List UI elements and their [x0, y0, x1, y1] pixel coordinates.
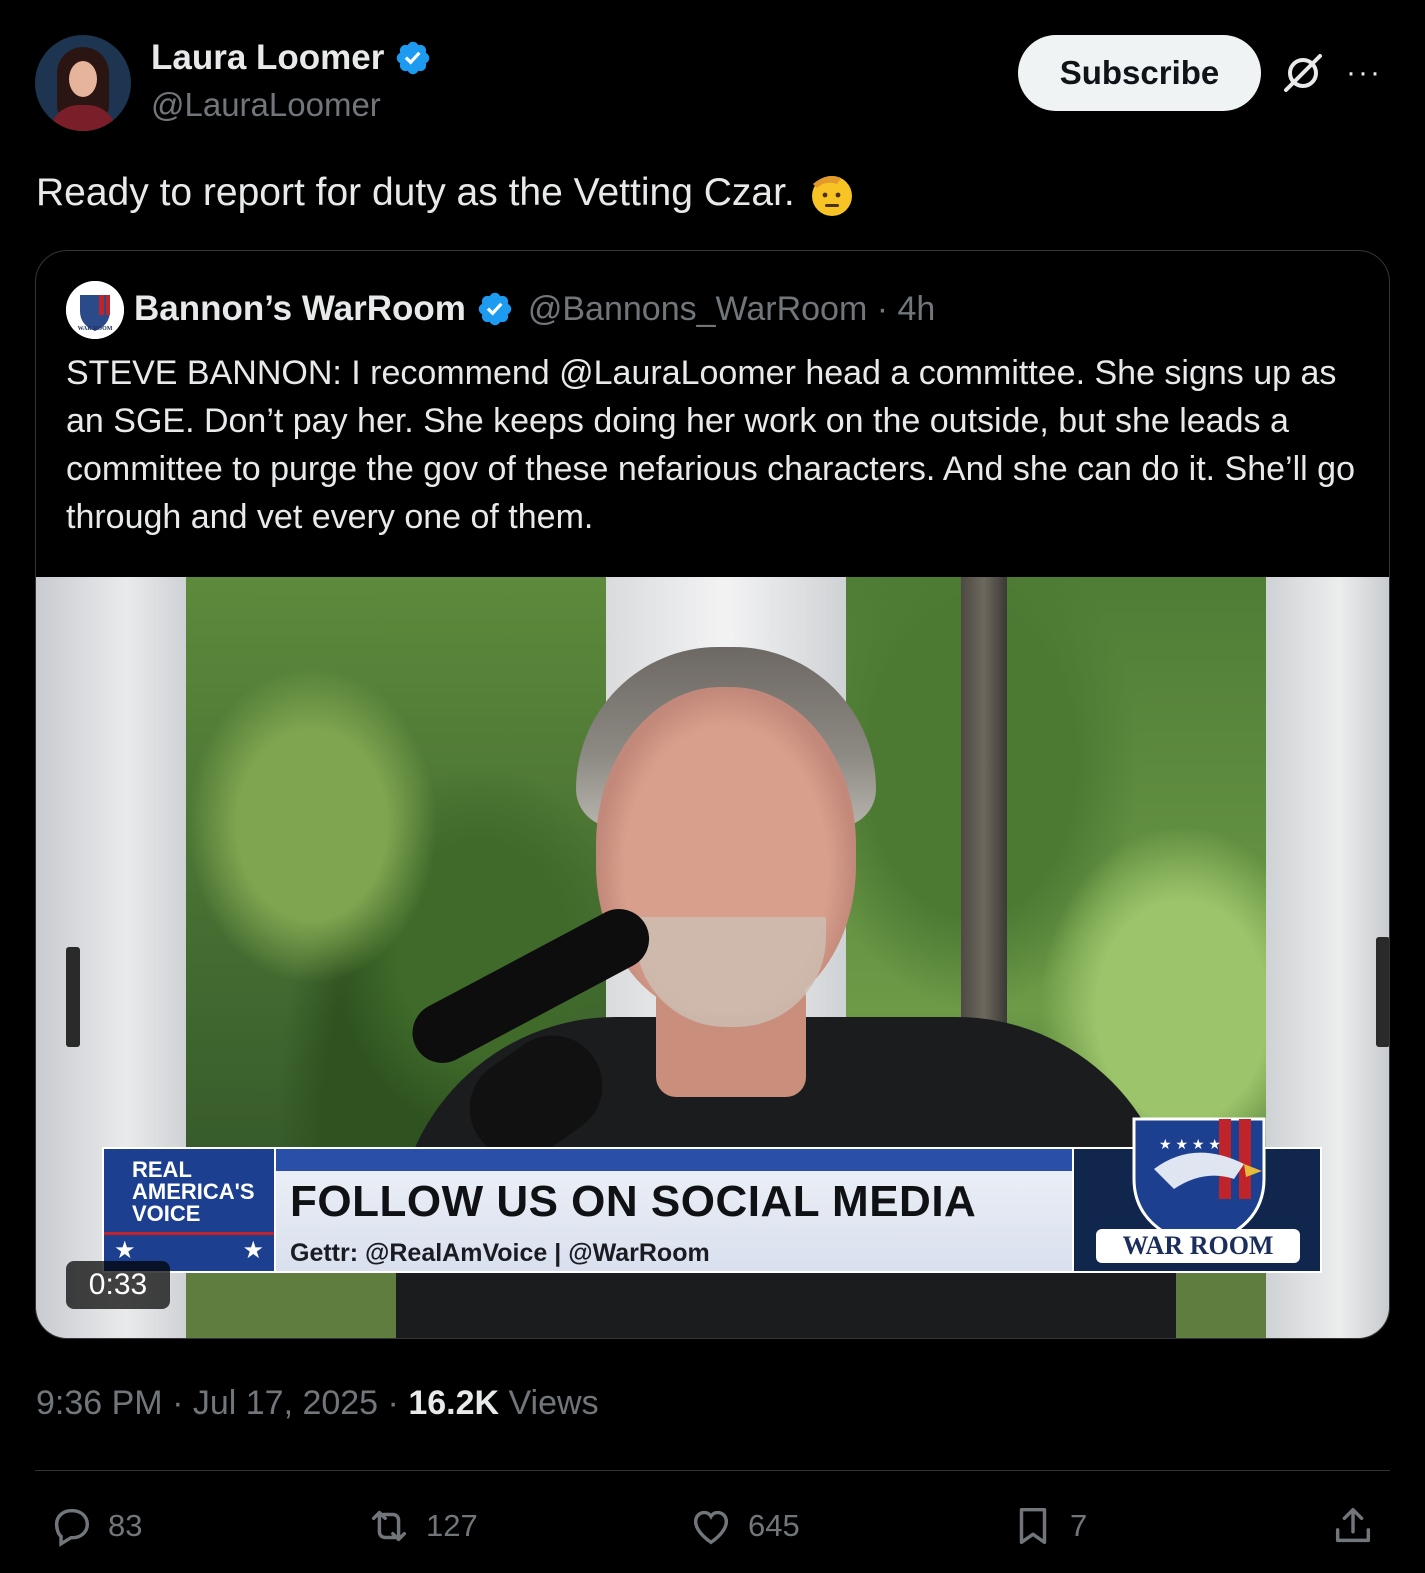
repost-icon [371, 1510, 407, 1542]
post-text-body: Ready to report for duty as the Vetting … [36, 171, 795, 214]
reply-count: 83 [108, 1508, 143, 1543]
bookmark-count: 7 [1070, 1508, 1088, 1543]
post-meta: 9:36 PM · Jul 17, 2025 · 16.2K Views [36, 1384, 599, 1423]
like-count: 645 [748, 1508, 800, 1543]
quoted-text: STEVE BANNON: I recommend @LauraLoomer h… [66, 354, 1355, 536]
quoted-avatar-text: WAR ROOM [78, 326, 113, 332]
svg-text:★ ★ ★ ★: ★ ★ ★ ★ [1159, 1136, 1221, 1152]
rav-logo-text: REAL AMERICA'S VOICE [132, 1157, 255, 1226]
video-duration-badge: 0:33 [66, 1261, 170, 1309]
rav-logo: REAL AMERICA'S VOICE ★ ★ [102, 1147, 276, 1273]
share-icon [1335, 1507, 1371, 1543]
quoted-avatar[interactable]: WAR ROOM [66, 281, 124, 339]
share-button[interactable] [1330, 1503, 1376, 1549]
bookmark-icon [1019, 1507, 1047, 1545]
reply-button[interactable]: 83 [48, 1503, 142, 1549]
eagle-shield-icon: ★ ★ ★ ★ [1132, 1117, 1266, 1249]
author-name-text[interactable]: Laura Loomer [151, 38, 384, 78]
subscribe-button[interactable]: Subscribe [1018, 35, 1261, 111]
warroom-brand: ★ ★ ★ ★ WAR ROOM [1072, 1117, 1322, 1273]
divider [35, 1470, 1390, 1471]
repost-button[interactable]: 127 [366, 1503, 478, 1549]
door-hinge [66, 947, 80, 1047]
views-count: 16.2K [408, 1384, 500, 1422]
lower-third-banner: FOLLOW US ON SOCIAL MEDIA Gettr: @RealAm… [276, 1147, 1072, 1273]
video-player[interactable]: REAL AMERICA'S VOICE ★ ★ FOLLOW US ON SOC… [36, 577, 1389, 1338]
quoted-name[interactable]: Bannon’s WarRoom [134, 289, 466, 329]
door-hinge [1376, 937, 1389, 1047]
verified-badge-icon [397, 41, 430, 75]
lower-third-headline: FOLLOW US ON SOCIAL MEDIA [290, 1177, 977, 1226]
quoted-post[interactable]: WAR ROOM Bannon’s WarRoom @Bannons_WarRo… [35, 250, 1390, 1339]
repost-count: 127 [426, 1508, 478, 1543]
more-icon[interactable]: ··· [1346, 56, 1386, 90]
like-button[interactable]: 645 [688, 1503, 800, 1549]
quoted-handle[interactable]: @Bannons_WarRoom · 4h [528, 290, 935, 329]
quoted-header[interactable]: Bannon’s WarRoom @Bannons_WarRoom · 4h [134, 289, 935, 329]
salute-emoji-icon [811, 176, 852, 216]
views-label: Views [499, 1384, 599, 1422]
author-name[interactable]: Laura Loomer [151, 38, 432, 78]
post-text: Ready to report for duty as the Vetting … [36, 168, 857, 218]
verified-badge-icon [478, 292, 512, 326]
lower-third-subline: Gettr: @RealAmVoice | @WarRoom [290, 1239, 710, 1267]
warroom-logo-icon: WAR ROOM [66, 281, 124, 339]
lower-third: REAL AMERICA'S VOICE ★ ★ FOLLOW US ON SOC… [102, 1117, 1322, 1273]
warroom-brand-text: WAR ROOM [1096, 1229, 1300, 1263]
post-timestamp[interactable]: 9:36 PM · Jul 17, 2025 · [36, 1384, 408, 1422]
author-handle[interactable]: @LauraLoomer [151, 86, 381, 124]
like-icon [693, 1510, 729, 1545]
grok-icon[interactable] [1280, 50, 1326, 96]
author-avatar[interactable] [35, 35, 131, 131]
star-icon: ★ [242, 1237, 264, 1264]
bookmark-button[interactable]: 7 [1010, 1503, 1087, 1549]
reply-icon [54, 1508, 90, 1547]
